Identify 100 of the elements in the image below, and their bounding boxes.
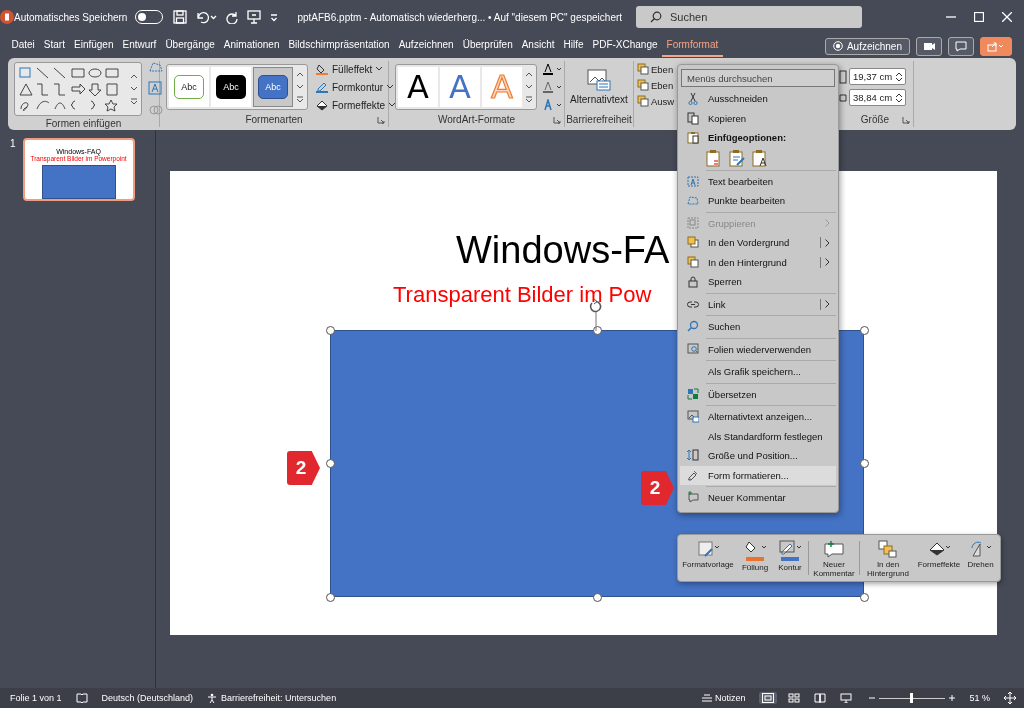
reading-view-icon[interactable] (814, 693, 827, 703)
zoom-level[interactable]: 51 % (969, 693, 990, 703)
accessibility-status[interactable]: Barrierefreiheit: Untersuchen (207, 693, 337, 703)
text-outline-icon[interactable] (543, 81, 563, 93)
resize-handle[interactable] (860, 593, 869, 602)
edit-shape-icon[interactable] (148, 61, 164, 73)
resize-handle[interactable] (860, 326, 869, 335)
presentation-icon[interactable] (247, 10, 262, 24)
redo-icon[interactable] (225, 10, 240, 24)
language-status[interactable]: Deutsch (Deutschland) (101, 693, 194, 703)
menu-item[interactable]: Sperren (680, 272, 836, 292)
text-box-icon[interactable] (148, 81, 162, 95)
command-button[interactable]: Formkontur (314, 80, 398, 94)
rotate-icon (969, 540, 992, 558)
menu-item-icon (687, 216, 699, 230)
paste-merge-format-icon[interactable] (729, 148, 745, 167)
notes-button[interactable]: Notizen (701, 693, 746, 703)
resize-handle[interactable] (593, 326, 602, 335)
comments-button[interactable] (948, 36, 974, 56)
spelling-icon[interactable] (75, 693, 88, 703)
menu-item[interactable]: Als Standardform festlegen (680, 426, 836, 446)
command-button[interactable]: Eben (637, 78, 675, 92)
menu-item[interactable]: In den Vordergrund (680, 233, 836, 253)
command-button[interactable]: Ausw (637, 94, 675, 108)
text-fill-icon[interactable] (543, 63, 563, 75)
maximize-icon[interactable] (974, 12, 984, 22)
command-button[interactable]: Eben (637, 62, 675, 76)
paste-text-only-icon[interactable] (752, 148, 768, 167)
command-button[interactable]: Formeffekte (314, 98, 398, 112)
ribbon-tab[interactable]: Einfügen (69, 35, 118, 57)
ribbon-tab[interactable]: Datei (7, 35, 40, 57)
alt-text-button[interactable]: Alternativtext (568, 69, 630, 105)
resize-handle[interactable] (326, 593, 335, 602)
presentation-icon[interactable] (840, 693, 853, 703)
ribbon-tab[interactable]: Entwurf (117, 35, 161, 57)
toolbar-button[interactable]: Formeffekte (914, 537, 964, 579)
camera-button[interactable] (916, 36, 942, 56)
menu-item[interactable]: Übersetzen (680, 384, 836, 404)
toolbar-button[interactable]: In den Hintergrund (862, 537, 914, 579)
paste-keep-format-icon[interactable] (706, 148, 722, 167)
fit-to-window-icon[interactable] (1004, 692, 1016, 704)
command-button[interactable]: Fülleffekt (314, 62, 398, 76)
height-field[interactable]: 19,37 cm (849, 68, 907, 85)
menu-search-field[interactable]: Menüs durchsuchen (681, 69, 835, 87)
width-field[interactable]: 38,84 cm (849, 89, 907, 106)
resize-handle[interactable] (593, 593, 602, 602)
normal-view-icon[interactable] (762, 693, 775, 703)
menu-item[interactable]: Suchen (680, 317, 836, 337)
wordart-style[interactable]: A (398, 67, 438, 107)
menu-item[interactable]: Kopieren (680, 108, 836, 128)
search-icon (650, 11, 662, 23)
toolbar-button[interactable]: Neuer Kommentar (811, 537, 857, 579)
toolbar-button[interactable]: Füllung (736, 537, 774, 579)
dialog-launcher-icon[interactable] (377, 116, 385, 124)
style-tile[interactable]: Abc (169, 67, 209, 107)
slide-sorter-icon[interactable] (788, 693, 801, 703)
toolbar-button[interactable]: Formatvorlage (680, 537, 736, 579)
close-icon[interactable] (1002, 12, 1012, 22)
menu-item[interactable]: Größe und Position... (680, 446, 836, 466)
ribbon-tab[interactable]: Überprüfen (458, 35, 518, 57)
text-effects-icon[interactable] (543, 99, 563, 111)
record-button[interactable]: Aufzeichnen (824, 37, 910, 55)
zoom-slider-thumb[interactable] (909, 692, 913, 703)
toolbar-button[interactable]: Kontur (774, 537, 806, 579)
menu-item[interactable]: Alternativtext anzeigen... (680, 407, 836, 427)
menu-item[interactable]: Punkte bearbeiten (680, 191, 836, 211)
ribbon-tab[interactable]: Hilfe (559, 35, 588, 57)
dialog-launcher-icon[interactable] (902, 116, 910, 124)
search-field[interactable]: Suchen (636, 6, 862, 28)
zoom-in-icon[interactable] (949, 695, 956, 701)
style-tile[interactable]: Abc (211, 67, 251, 107)
menu-item[interactable]: Link (680, 294, 836, 314)
resize-handle[interactable] (326, 326, 335, 335)
group-label: WordArt-Formate (436, 113, 517, 127)
resize-handle[interactable] (860, 459, 869, 468)
ribbon-tab[interactable]: Bildschirmpräsentation (283, 35, 395, 57)
ribbon-tab[interactable]: PDF-XChange (588, 35, 663, 57)
share-button[interactable] (980, 36, 1012, 56)
menu-item[interactable]: Neuer Kommentar (680, 488, 836, 508)
zoom-out-icon[interactable] (869, 695, 876, 701)
ribbon-tab[interactable]: Animationen (219, 35, 284, 57)
undo-icon[interactable] (195, 10, 218, 24)
dialog-launcher-icon[interactable] (553, 116, 561, 124)
wordart-style[interactable]: A (440, 67, 480, 107)
ribbon-tab[interactable]: Übergänge (160, 35, 220, 57)
menu-item[interactable]: Folien wiederverwenden (680, 339, 836, 359)
menu-item[interactable]: In den Hintergrund (680, 252, 836, 272)
ribbon-tab[interactable]: Start (39, 35, 70, 57)
menu-item[interactable]: Als Grafik speichern... (680, 362, 836, 382)
button-label: Formatvorlage (682, 560, 734, 570)
ribbon-tab[interactable]: Aufzeichnen (394, 35, 459, 57)
menu-item[interactable]: Text bearbeiten (680, 171, 836, 191)
chevron-right-icon (825, 219, 830, 228)
toolbar-button[interactable]: Drehen (964, 537, 997, 579)
resize-handle[interactable] (326, 459, 335, 468)
ribbon-tab[interactable]: Ansicht (517, 35, 559, 57)
save-icon[interactable] (173, 10, 188, 24)
menu-item[interactable]: Ausschneiden (680, 89, 836, 109)
menu-item[interactable]: Form formatieren... (680, 465, 836, 485)
style-tile[interactable]: Abc (253, 67, 293, 107)
